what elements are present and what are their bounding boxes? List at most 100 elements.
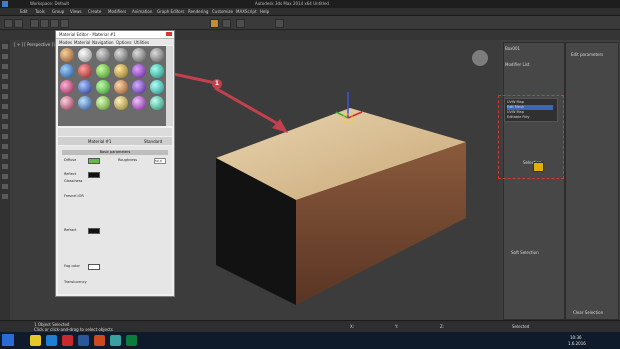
- material-slot[interactable]: [60, 48, 74, 62]
- reflect-swatch[interactable]: [88, 172, 100, 178]
- window-controls[interactable]: [600, 1, 618, 6]
- material-slot[interactable]: [96, 96, 110, 110]
- browser-icon[interactable]: [46, 335, 57, 346]
- strip-tool-icon[interactable]: [2, 154, 8, 159]
- menu-maxscript[interactable]: MAXScript: [236, 9, 257, 14]
- app-icon[interactable]: [126, 335, 137, 346]
- material-slot[interactable]: [114, 96, 128, 110]
- menu-customize[interactable]: Customize: [212, 9, 233, 14]
- file-explorer-icon[interactable]: [30, 335, 41, 346]
- material-slot[interactable]: [150, 96, 164, 110]
- strip-tool-icon[interactable]: [2, 84, 8, 89]
- roughness-spinner[interactable]: 50.0: [154, 158, 166, 164]
- material-slot[interactable]: [96, 48, 110, 62]
- strip-tool-icon[interactable]: [2, 184, 8, 189]
- app-icon[interactable]: [62, 335, 73, 346]
- scale-icon[interactable]: [60, 19, 69, 28]
- iray-icon[interactable]: [275, 19, 284, 28]
- menu-edit[interactable]: Edit: [20, 9, 28, 14]
- undo-icon[interactable]: [4, 19, 13, 28]
- start-icon[interactable]: [2, 334, 14, 346]
- material-slot[interactable]: [114, 80, 128, 94]
- strip-tool-icon[interactable]: [2, 104, 8, 109]
- strip-tool-icon[interactable]: [2, 114, 8, 119]
- modifier-list-dropdown[interactable]: Modifier List: [505, 62, 529, 67]
- rotate-icon[interactable]: [50, 19, 59, 28]
- material-name-field[interactable]: Material #1: [88, 139, 111, 144]
- strip-tool-icon[interactable]: [2, 124, 8, 129]
- mat-menu-options[interactable]: Options: [116, 40, 131, 45]
- material-bottom-toolbar[interactable]: [58, 128, 172, 136]
- mat-menu-utilities[interactable]: Utilities: [134, 40, 149, 45]
- rollout-basic-parameters[interactable]: Basic parameters: [62, 150, 168, 155]
- select-icon[interactable]: [30, 19, 39, 28]
- strip-tool-icon[interactable]: [2, 94, 8, 99]
- close-icon[interactable]: [166, 32, 172, 36]
- render-setup-icon[interactable]: [222, 19, 231, 28]
- diffuse-swatch[interactable]: [88, 158, 100, 164]
- soft-selection-rollout[interactable]: Soft Selection: [511, 250, 539, 255]
- app-icon[interactable]: [78, 335, 89, 346]
- menu-animation[interactable]: Animation: [132, 9, 152, 14]
- refract-swatch[interactable]: [88, 228, 100, 234]
- material-slot[interactable]: [114, 64, 128, 78]
- workspace-label[interactable]: Workspace: Default: [30, 1, 69, 6]
- mat-menu-material[interactable]: Material: [74, 40, 90, 45]
- strip-tool-icon[interactable]: [2, 74, 8, 79]
- material-slot[interactable]: [132, 64, 146, 78]
- material-slot[interactable]: [150, 80, 164, 94]
- material-slot[interactable]: [78, 96, 92, 110]
- strip-tool-icon[interactable]: [2, 164, 8, 169]
- app-icon[interactable]: [110, 335, 121, 346]
- clear-selection-button[interactable]: Clear Selection: [573, 310, 603, 315]
- material-slot[interactable]: [132, 96, 146, 110]
- app-icon[interactable]: [94, 335, 105, 346]
- material-slot[interactable]: [150, 64, 164, 78]
- material-side-toolbar[interactable]: [166, 46, 173, 126]
- viewcube-icon[interactable]: [472, 50, 488, 66]
- strip-tool-icon[interactable]: [2, 54, 8, 59]
- material-editor-icon[interactable]: [210, 19, 219, 28]
- fog-color-swatch[interactable]: [88, 264, 100, 270]
- windows-taskbar: 10:36 1.6.2016: [0, 332, 620, 349]
- material-slot[interactable]: [96, 80, 110, 94]
- redo-icon[interactable]: [14, 19, 23, 28]
- material-slot[interactable]: [78, 80, 92, 94]
- material-slot[interactable]: [114, 48, 128, 62]
- material-type-button[interactable]: Standard: [144, 139, 162, 144]
- menu-help[interactable]: Help: [260, 9, 269, 14]
- material-slot[interactable]: [60, 96, 74, 110]
- strip-tool-icon[interactable]: [2, 194, 8, 199]
- polygon-selection-icon[interactable]: [533, 162, 544, 172]
- material-slot[interactable]: [96, 64, 110, 78]
- edit-parameters-rollout[interactable]: Edit parameters: [571, 52, 603, 57]
- object-name-field[interactable]: Box001: [505, 46, 520, 51]
- move-icon[interactable]: [40, 19, 49, 28]
- menu-graph-editors[interactable]: Graph Editors: [157, 9, 184, 14]
- mat-menu-navigation[interactable]: Navigation: [92, 40, 114, 45]
- strip-tool-icon[interactable]: [2, 144, 8, 149]
- material-slot[interactable]: [78, 48, 92, 62]
- material-slot[interactable]: [78, 64, 92, 78]
- mat-menu-modes[interactable]: Modes: [59, 40, 72, 45]
- menu-rendering[interactable]: Rendering: [188, 9, 208, 14]
- material-slot[interactable]: [150, 48, 164, 62]
- menu-modifiers[interactable]: Modifiers: [108, 9, 126, 14]
- callout-arrow-shaft: [214, 86, 281, 127]
- app-logo-icon[interactable]: [2, 1, 8, 7]
- strip-tool-icon[interactable]: [2, 174, 8, 179]
- material-slot[interactable]: [132, 48, 146, 62]
- strip-tool-icon[interactable]: [2, 134, 8, 139]
- strip-tool-icon[interactable]: [2, 64, 8, 69]
- menu-tools[interactable]: Tools: [35, 9, 45, 14]
- material-slot[interactable]: [132, 80, 146, 94]
- material-slot[interactable]: [60, 80, 74, 94]
- material-slot[interactable]: [60, 64, 74, 78]
- menu-views[interactable]: Views: [70, 9, 82, 14]
- menu-group[interactable]: Group: [52, 9, 64, 14]
- diffuse-label: Diffuse: [64, 158, 77, 162]
- key-filter-dropdown[interactable]: Selected: [512, 324, 529, 329]
- menu-create[interactable]: Create: [88, 9, 101, 14]
- render-icon[interactable]: [236, 19, 245, 28]
- strip-tool-icon[interactable]: [2, 44, 8, 49]
